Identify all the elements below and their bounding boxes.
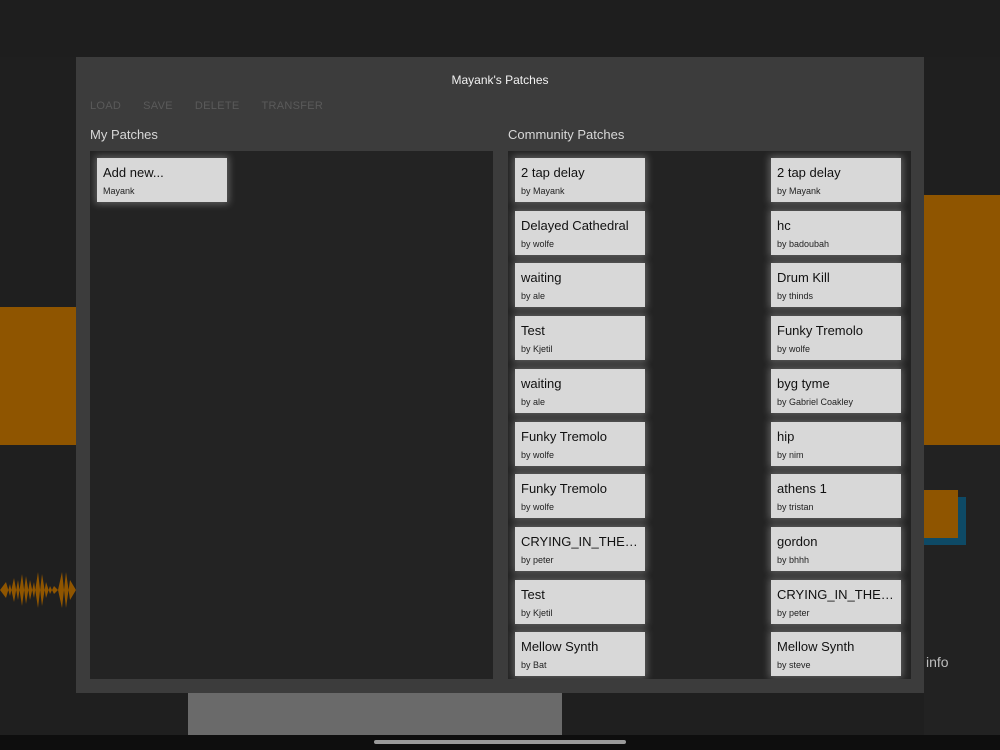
community-patch-card[interactable]: Mellow Synth by steve (771, 632, 901, 677)
home-indicator[interactable] (374, 740, 626, 744)
community-patch-card[interactable]: gordon by bhhh (771, 526, 901, 571)
patch-name: CRYING_IN_THE_... (777, 586, 897, 602)
delete-button[interactable]: DELETE (195, 100, 240, 112)
background-bottom-panel (188, 693, 562, 735)
waveform-icon (0, 572, 76, 608)
patch-author: by thinds (777, 291, 814, 302)
patch-author: by wolfe (521, 449, 555, 460)
patch-name: 2 tap delay (777, 165, 841, 180)
patch-name: Funky Tremolo (521, 428, 607, 444)
patches-modal: Mayank's Patches LOAD SAVE DELETE TRANSF… (76, 57, 924, 693)
community-patch-card[interactable]: Funky Tremolo by wolfe (515, 474, 645, 519)
patch-author: by wolfe (521, 502, 555, 513)
community-patch-card[interactable]: CRYING_IN_THE_...by peter (515, 526, 645, 571)
patch-name: hip (777, 428, 795, 444)
patch-name: Drum Kill (777, 270, 830, 286)
patch-name: Funky Tremolo (521, 481, 607, 497)
community-patch-card[interactable]: Delayed Cathedral by wolfe (515, 210, 645, 255)
background-orange-card (924, 490, 958, 538)
community-patch-card[interactable]: Test by Kjetil (515, 579, 645, 624)
my-patches-list: Add new... Mayank (90, 151, 493, 679)
community-patch-card[interactable]: hc by badoubah (771, 210, 901, 255)
background-top-bar (0, 0, 1000, 57)
patch-name: Add new... (103, 165, 164, 180)
patch-name: Mellow Synth (521, 639, 599, 655)
community-patches-list[interactable]: 2 tap delay by Mayank Delayed Cathedral by … (508, 151, 911, 679)
community-patch-card[interactable]: waiting by ale (515, 263, 645, 308)
community-patch-card[interactable]: athens 1 by tristan (771, 474, 901, 519)
modal-title: Mayank's Patches (451, 73, 549, 87)
community-patch-card[interactable]: Mellow Synth by Bat (515, 632, 645, 677)
patch-author: by Mayank (521, 186, 565, 196)
patch-author: by ale (521, 396, 546, 407)
background-orange-block-left (0, 307, 76, 445)
transfer-button[interactable]: TRANSFER (261, 100, 323, 112)
community-patch-card[interactable]: Drum Kill by thinds (771, 263, 901, 308)
patch-author: by Bat (521, 660, 547, 671)
patch-author: Mayank (103, 186, 135, 196)
patch-name: Mellow Synth (777, 639, 855, 655)
community-patch-card[interactable]: hip by nim (771, 421, 901, 466)
patch-author: by peter (521, 554, 554, 565)
load-button[interactable]: LOAD (90, 100, 121, 112)
patch-name: athens 1 (777, 481, 827, 497)
patch-author: by steve (777, 660, 811, 671)
my-patches-heading: My Patches (90, 127, 158, 142)
patch-name: waiting (521, 375, 562, 391)
patch-author: by wolfe (521, 238, 555, 249)
community-patches-heading: Community Patches (508, 127, 625, 142)
patch-author: by tristan (777, 502, 814, 513)
patch-author: by Kjetil (521, 607, 553, 618)
patch-author: by bhhh (777, 554, 810, 565)
patch-name: Test (521, 586, 545, 602)
patch-name: byg tyme (777, 375, 830, 391)
patch-name: Delayed Cathedral (521, 217, 629, 233)
patch-name: Test (521, 323, 545, 339)
background-orange-block-right (924, 195, 1000, 445)
community-patch-card[interactable]: byg tyme by Gabriel Coakley (771, 368, 901, 413)
patch-name: Funky Tremolo (777, 323, 863, 339)
patch-author: by nim (777, 449, 804, 460)
community-patch-card[interactable]: 2 tap delay by Mayank (771, 158, 901, 202)
community-patch-card[interactable]: waiting by ale (515, 368, 645, 413)
save-button[interactable]: SAVE (143, 100, 173, 112)
patch-author: by ale (521, 291, 546, 302)
community-patch-card[interactable]: Funky Tremolo by wolfe (771, 316, 901, 361)
patch-name: waiting (521, 270, 562, 286)
community-patch-card[interactable]: Test by Kjetil (515, 316, 645, 361)
community-patch-card[interactable]: CRYING_IN_THE_...by peter (771, 579, 901, 624)
patch-name: 2 tap delay (521, 165, 585, 180)
patch-name: gordon (777, 533, 818, 549)
patch-toolbar: LOAD SAVE DELETE TRANSFER (90, 100, 345, 112)
community-patch-card[interactable]: Funky Tremolo by wolfe (515, 421, 645, 466)
patch-author: by wolfe (777, 344, 811, 355)
patch-author: by Kjetil (521, 344, 553, 355)
patch-name: CRYING_IN_THE_... (521, 533, 641, 549)
patch-name: hc (777, 217, 791, 233)
patch-author: by Mayank (777, 186, 821, 196)
add-new-patch-card[interactable]: Add new... Mayank (97, 158, 227, 202)
patch-author: by Gabriel Coakley (777, 396, 854, 407)
community-patch-card[interactable]: 2 tap delay by Mayank (515, 158, 645, 202)
patch-author: by badoubah (777, 238, 830, 249)
patch-author: by peter (777, 607, 810, 618)
background-info-label: info (926, 654, 949, 670)
